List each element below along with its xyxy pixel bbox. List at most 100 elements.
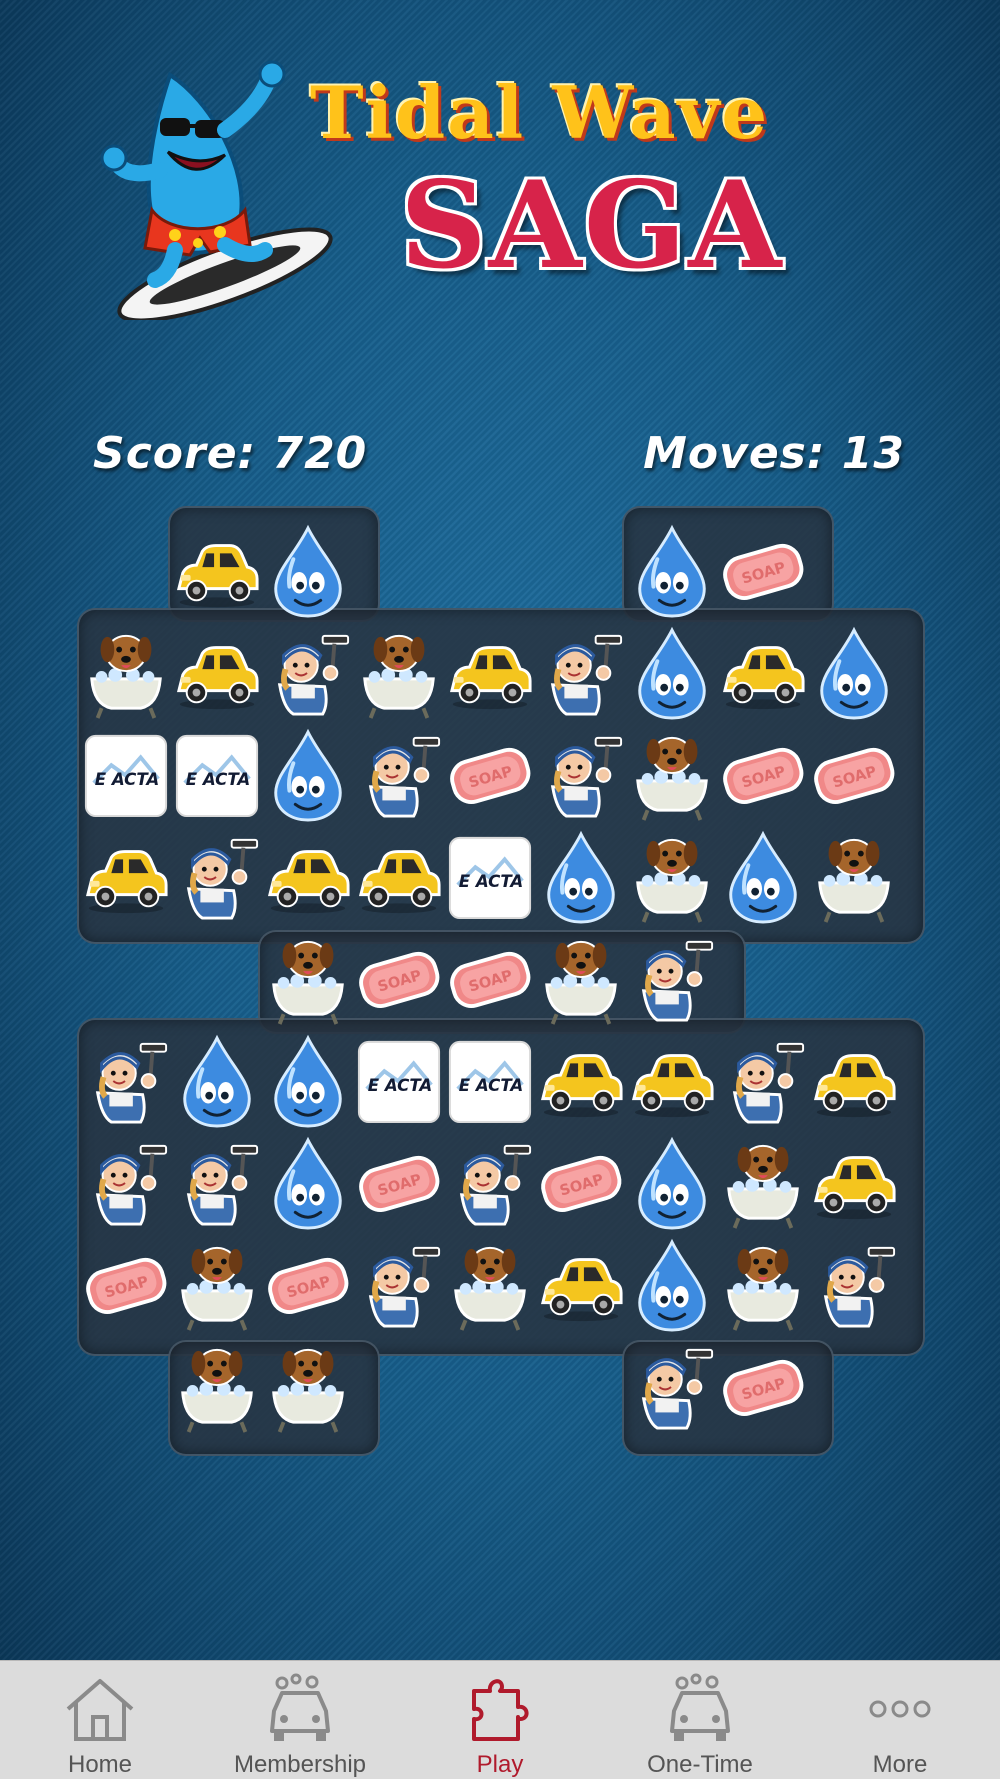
- car-icon: [176, 646, 259, 710]
- home-icon: [66, 1679, 134, 1741]
- tile-soap[interactable]: SOAP: [445, 725, 535, 825]
- tile-soap[interactable]: SOAP: [718, 1337, 808, 1437]
- tile-washer[interactable]: [718, 1031, 808, 1131]
- drop-icon: [638, 1238, 706, 1332]
- tile-dog[interactable]: [172, 1235, 262, 1335]
- tile-drop[interactable]: [536, 827, 626, 927]
- tile-exacta[interactable]: E ACTA: [354, 1031, 444, 1131]
- car-wash-icon: [670, 1673, 730, 1741]
- tile-dog[interactable]: [263, 1337, 353, 1437]
- tile-drop[interactable]: [627, 1133, 717, 1233]
- tile-exacta[interactable]: E ACTA: [445, 1031, 535, 1131]
- tile-soap[interactable]: SOAP: [81, 1235, 171, 1335]
- title-line-2: SAGA: [400, 155, 784, 296]
- tile-washer[interactable]: [536, 725, 626, 825]
- car-icon: [85, 850, 168, 914]
- tile-exacta[interactable]: E ACTA: [445, 827, 535, 927]
- tile-washer[interactable]: [809, 1235, 899, 1335]
- tile-dog[interactable]: [627, 725, 717, 825]
- soap-icon: SOAP: [723, 543, 804, 600]
- tile-drop[interactable]: [627, 1235, 717, 1335]
- tile-washer[interactable]: [536, 623, 626, 723]
- tab-label: Membership: [233, 1751, 367, 1778]
- tile-drop[interactable]: [172, 1031, 262, 1131]
- car-icon: [540, 1258, 623, 1322]
- tab-label: One-Time: [647, 1751, 753, 1778]
- tile-soap[interactable]: SOAP: [263, 1235, 353, 1335]
- drop-icon: [547, 830, 615, 924]
- tile-washer[interactable]: [627, 929, 717, 1029]
- tile-drop[interactable]: [263, 1031, 353, 1131]
- tile-car[interactable]: [354, 827, 444, 927]
- svg-text:E ACTA: E ACTA: [368, 1076, 433, 1095]
- tab-more[interactable]: More: [800, 1661, 1000, 1779]
- tab-one-time[interactable]: One-Time: [600, 1661, 800, 1779]
- tile-exacta[interactable]: E ACTA: [172, 725, 262, 825]
- tile-car[interactable]: [809, 1031, 899, 1131]
- tile-soap[interactable]: SOAP: [445, 929, 535, 1029]
- tab-play[interactable]: Play: [400, 1661, 600, 1779]
- tile-car[interactable]: [536, 1235, 626, 1335]
- tile-drop[interactable]: [627, 521, 717, 621]
- tile-car[interactable]: [81, 827, 171, 927]
- tab-membership[interactable]: Membership: [200, 1661, 400, 1779]
- drop-icon: [274, 524, 342, 618]
- soap-icon: SOAP: [541, 1155, 622, 1212]
- tile-drop[interactable]: [263, 725, 353, 825]
- car-icon: [449, 646, 532, 710]
- tile-car[interactable]: [263, 827, 353, 927]
- tile-dog[interactable]: [354, 623, 444, 723]
- washer-icon: [186, 838, 259, 920]
- tab-home[interactable]: Home: [0, 1661, 200, 1779]
- tile-dog[interactable]: [172, 1337, 262, 1437]
- tile-exacta[interactable]: E ACTA: [81, 725, 171, 825]
- tile-soap[interactable]: SOAP: [718, 521, 808, 621]
- tile-dog[interactable]: [718, 1133, 808, 1233]
- drop-icon: [183, 1034, 251, 1128]
- tile-washer[interactable]: [263, 623, 353, 723]
- car-icon: [813, 1054, 896, 1118]
- tile-drop[interactable]: [263, 521, 353, 621]
- soap-icon: SOAP: [268, 1257, 349, 1314]
- car-icon: [722, 646, 805, 710]
- tile-car[interactable]: [172, 623, 262, 723]
- moves-label: Moves: 13: [643, 428, 905, 479]
- svg-text:E ACTA: E ACTA: [95, 770, 160, 789]
- tile-washer[interactable]: [81, 1031, 171, 1131]
- tile-dog[interactable]: [627, 827, 717, 927]
- tile-car[interactable]: [172, 521, 262, 621]
- tile-washer[interactable]: [172, 1133, 262, 1233]
- tile-washer[interactable]: [172, 827, 262, 927]
- tile-dog[interactable]: [263, 929, 353, 1029]
- tile-car[interactable]: [627, 1031, 717, 1131]
- tile-dog[interactable]: [809, 827, 899, 927]
- tile-washer[interactable]: [445, 1133, 535, 1233]
- tile-dog[interactable]: [718, 1235, 808, 1335]
- svg-text:E ACTA: E ACTA: [459, 872, 524, 891]
- tile-soap[interactable]: SOAP: [809, 725, 899, 825]
- washer-icon: [641, 1348, 714, 1430]
- tile-drop[interactable]: [718, 827, 808, 927]
- tile-car[interactable]: [445, 623, 535, 723]
- dog-icon: [272, 940, 344, 1025]
- tile-drop[interactable]: [627, 623, 717, 723]
- tile-dog[interactable]: [445, 1235, 535, 1335]
- tile-car[interactable]: [809, 1133, 899, 1233]
- tile-soap[interactable]: SOAP: [718, 725, 808, 825]
- drop-icon: [638, 524, 706, 618]
- soap-icon: SOAP: [723, 1359, 804, 1416]
- tile-soap[interactable]: SOAP: [536, 1133, 626, 1233]
- tile-dog[interactable]: [536, 929, 626, 1029]
- tile-car[interactable]: [718, 623, 808, 723]
- tile-dog[interactable]: [81, 623, 171, 723]
- tile-drop[interactable]: [809, 623, 899, 723]
- tile-drop[interactable]: [263, 1133, 353, 1233]
- tile-soap[interactable]: SOAP: [354, 929, 444, 1029]
- tile-soap[interactable]: SOAP: [354, 1133, 444, 1233]
- tile-washer[interactable]: [354, 725, 444, 825]
- tile-car[interactable]: [536, 1031, 626, 1131]
- tile-washer[interactable]: [627, 1337, 717, 1437]
- soap-icon: SOAP: [723, 747, 804, 804]
- tile-washer[interactable]: [354, 1235, 444, 1335]
- tile-washer[interactable]: [81, 1133, 171, 1233]
